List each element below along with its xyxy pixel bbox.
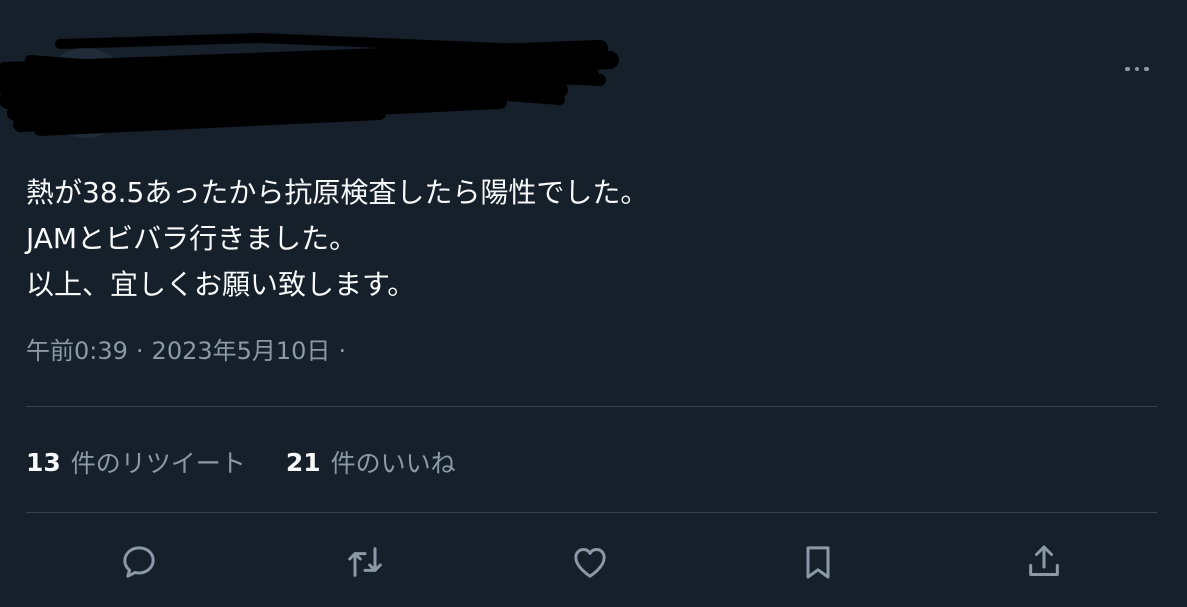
separator: ·	[338, 337, 347, 365]
share-icon	[1029, 545, 1059, 576]
reply-icon	[123, 546, 155, 578]
share-button[interactable]	[1020, 538, 1068, 586]
tweet-text-line: 以上、宜しくお願い致します。	[26, 268, 416, 301]
tweet-detail: 熱が38.5あったから抗原検査したら陽性でした。 JAMとビバラ行きました。 以…	[0, 0, 1187, 607]
likes-stat[interactable]: 21 件のいいね	[286, 444, 456, 480]
likes-count: 21	[285, 447, 321, 477]
divider	[26, 406, 1157, 407]
divider	[26, 512, 1157, 513]
tweet-stats: 13 件のリツイート 21 件のいいね	[26, 440, 496, 484]
retweets-count: 13	[26, 447, 61, 477]
retweet-icon	[348, 547, 382, 577]
tweet-text-line: 熱が38.5あったから抗原検査したら陽性でした。	[26, 176, 649, 209]
bookmark-icon	[806, 546, 830, 579]
tweet-text-line: JAMとビバラ行きました。	[26, 222, 358, 255]
tweet-date[interactable]: 2023年5月10日	[152, 337, 331, 365]
tweet-text: 熱が38.5あったから抗原検査したら陽性でした。 JAMとビバラ行きました。 以…	[26, 170, 1146, 308]
separator: ·	[135, 337, 144, 365]
like-button[interactable]	[566, 538, 614, 586]
bookmark-button[interactable]	[794, 538, 842, 586]
author-header-redacted	[0, 30, 640, 140]
redaction-scribble	[0, 32, 619, 136]
likes-label: 件のいいね	[330, 449, 456, 478]
action-bar	[0, 530, 1187, 594]
reply-button[interactable]	[115, 538, 163, 586]
retweets-stat[interactable]: 13 件のリツイート	[26, 444, 246, 480]
heart-icon	[574, 548, 606, 578]
tweet-time[interactable]: 午前0:39	[26, 337, 128, 365]
more-options-button[interactable]	[1114, 55, 1160, 83]
tweet-timestamp: 午前0:39 · 2023年5月10日 ·	[26, 331, 354, 371]
retweets-label: 件のリツイート	[70, 449, 246, 478]
more-icon	[1123, 66, 1152, 72]
retweet-button[interactable]	[341, 538, 389, 586]
